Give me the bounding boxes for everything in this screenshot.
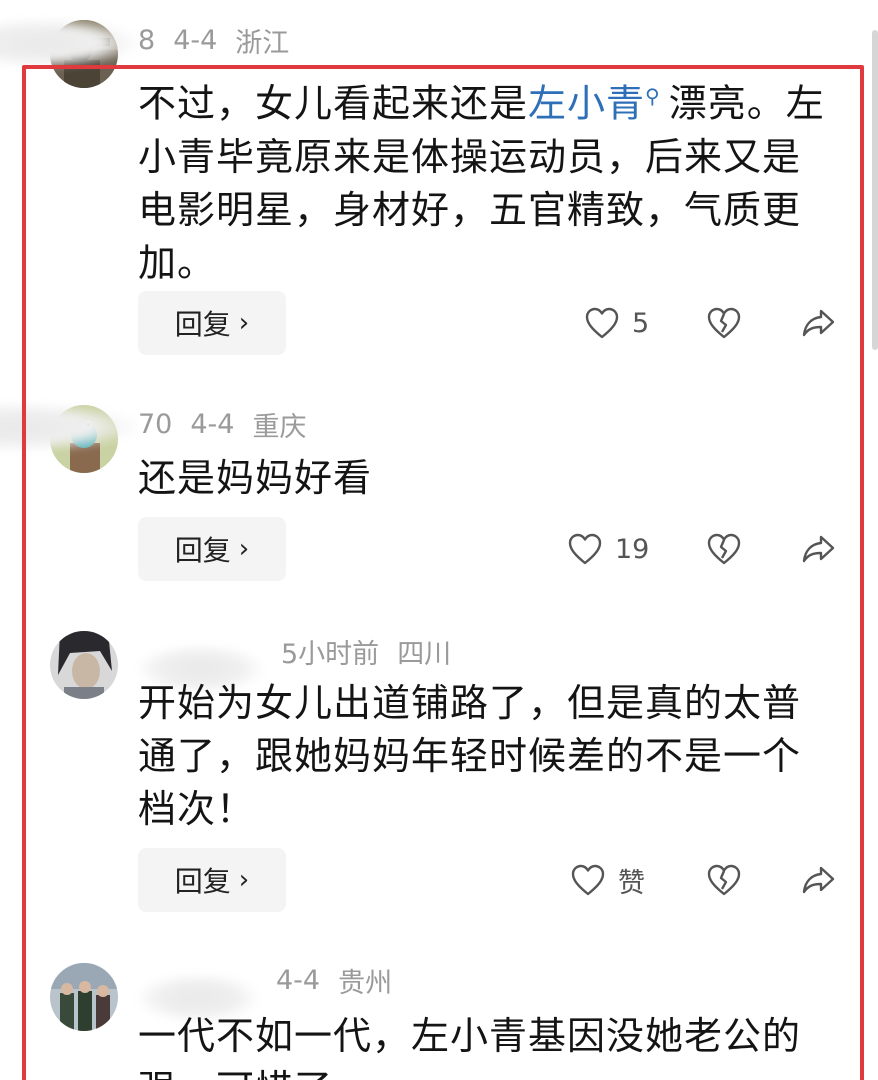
comment-date: 4-4	[173, 24, 218, 56]
share-button[interactable]	[800, 291, 836, 355]
share-button[interactable]	[800, 517, 836, 581]
comment-location: 四川	[397, 638, 452, 670]
heart-outline-icon	[585, 307, 619, 339]
comment-text: 一代不如一代，左小青基因没她老公的强，可惜了。	[138, 1014, 802, 1080]
broken-heart-icon	[707, 307, 741, 339]
share-button[interactable]	[800, 848, 836, 912]
user-name[interactable]: 70	[0, 402, 172, 451]
comment-text: 开始为女儿出道铺路了，但是真的太普通了，跟她妈妈年轻时候差的不是一个档次！	[138, 681, 802, 831]
comment-date: 4-4	[190, 408, 235, 440]
comment-location: 重庆	[252, 411, 307, 443]
comment-meta: 70 4-4 重庆	[0, 402, 307, 451]
comment-text: 还是妈妈好看	[138, 456, 373, 500]
like-button[interactable]: 5	[584, 291, 649, 355]
like-count: 19	[615, 533, 650, 565]
heart-outline-icon	[568, 533, 602, 565]
comment-date: 5小时前	[281, 638, 380, 670]
comment-actions: 19	[0, 517, 878, 581]
dislike-button[interactable]	[706, 291, 742, 355]
avatar[interactable]	[50, 631, 118, 699]
comment-location: 贵州	[338, 967, 393, 999]
comment-meta: 5小时前 四川	[138, 631, 452, 693]
comment-actions: 5	[0, 291, 878, 355]
user-name[interactable]: 8	[0, 18, 155, 67]
search-icon[interactable]: ⚲	[645, 84, 661, 108]
heart-outline-icon	[571, 864, 605, 896]
broken-heart-icon	[707, 533, 741, 565]
share-arrow-icon	[802, 535, 835, 563]
like-count: 赞	[618, 867, 645, 899]
dislike-button[interactable]	[706, 848, 742, 912]
comment-list: 8 4-4 浙江 不过，女儿看起来还是左小青⚲ 漂亮。左小青毕竟原来是体操运动员，…	[0, 0, 878, 1080]
comment-meta: 8 4-4 浙江	[0, 18, 290, 67]
dislike-button[interactable]	[706, 517, 742, 581]
comment-text: 不过，女儿看起来还是左小青⚲ 漂亮。左小青毕竟原来是体操运动员，后来又是电影明星，…	[138, 70, 828, 290]
comment-location: 浙江	[235, 27, 290, 59]
like-button[interactable]: 19	[567, 517, 649, 581]
like-count: 5	[632, 307, 650, 339]
comment-date: 4-4	[276, 964, 321, 996]
share-arrow-icon	[802, 309, 835, 337]
comment-text-part: 不过，女儿看起来还是	[138, 81, 529, 126]
share-arrow-icon	[802, 866, 835, 894]
avatar[interactable]	[50, 963, 118, 1031]
broken-heart-icon	[707, 864, 741, 896]
comment-actions: 赞	[0, 848, 878, 912]
mention-link[interactable]: 左小青	[528, 82, 645, 126]
like-button[interactable]: 赞	[570, 848, 645, 912]
comment-meta: 4-4 贵州	[138, 960, 393, 1022]
